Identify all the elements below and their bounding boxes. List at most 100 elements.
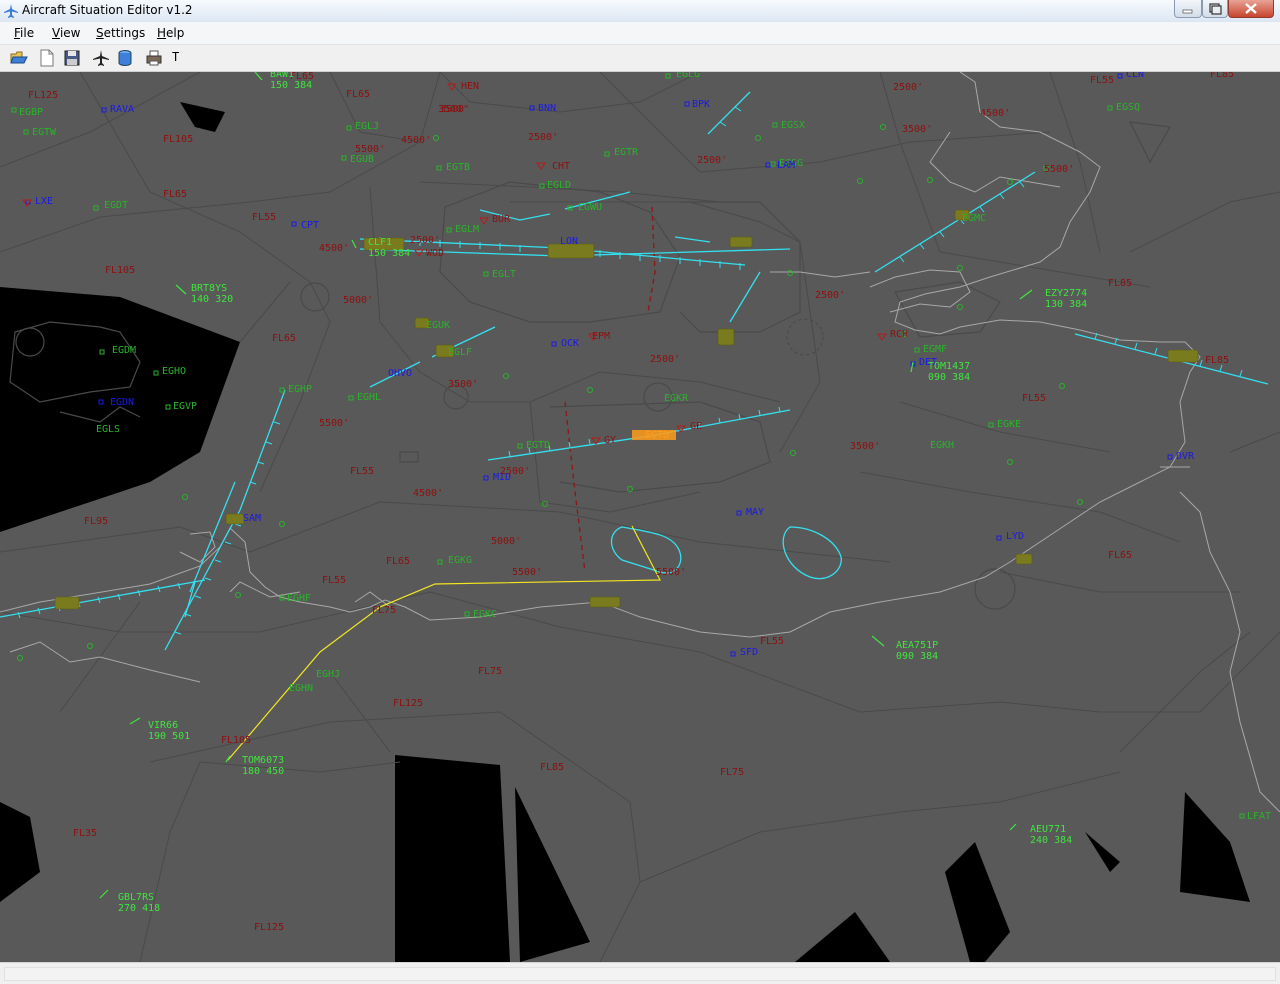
aircraft-app-icon	[4, 4, 18, 18]
level-label: 2500'	[650, 354, 680, 365]
vor-label: LXE	[35, 196, 53, 207]
airport-label: EGLM	[455, 224, 479, 235]
aircraft-data: 180 450	[242, 766, 284, 777]
airport-label: EGHJ	[316, 669, 340, 680]
level-label: 2500'	[893, 82, 923, 93]
aircraft-data: 150 384	[270, 80, 312, 91]
vor-label: BNN	[538, 103, 556, 114]
print-button[interactable]	[145, 49, 163, 67]
menu-view[interactable]: View	[52, 26, 80, 40]
airport-label: EGHF	[287, 593, 311, 604]
vor-label: LAM	[777, 160, 795, 171]
airport-label: EGKE	[997, 419, 1021, 430]
aircraft-callsign[interactable]: VIR66	[148, 720, 178, 731]
void-area-se-3	[1180, 792, 1250, 902]
level-label: 5000'	[343, 295, 373, 306]
level-label: FL95	[84, 516, 108, 527]
menu-settings-label: ettings	[103, 26, 146, 40]
radar-map-canvas[interactable]: EGBP EGTW EGDT EGLJ EGUB EGTB EGLD EGWU …	[0, 72, 1280, 962]
status-panel	[4, 967, 1276, 981]
text-tool-button[interactable]: T	[172, 50, 179, 64]
airport-label: EGKR	[664, 393, 689, 404]
vor-label: EGDN	[110, 397, 134, 408]
menu-file-label: ile	[20, 26, 35, 40]
airport-label: EGLS	[96, 424, 120, 435]
new-icon	[40, 49, 54, 67]
airport-label: EGUB	[350, 154, 374, 165]
save-button[interactable]	[63, 49, 81, 67]
level-label: FL55	[350, 466, 374, 477]
menu-settings-mnemonic: S	[96, 26, 104, 40]
flight-route	[227, 525, 661, 761]
level-label: FL65	[346, 89, 370, 100]
level-label: 5500'	[656, 567, 686, 578]
aircraft-callsign[interactable]: TOM1437	[928, 361, 970, 372]
menu-help-mnemonic: H	[157, 26, 167, 40]
level-label: FL75	[478, 666, 502, 677]
menu-settings[interactable]: Settings	[96, 26, 145, 40]
airport-label: EGMF	[923, 344, 947, 355]
close-button[interactable]	[1228, 0, 1274, 18]
void-area-se-2	[1085, 832, 1120, 872]
reporting-point-labels: HEN CHT BUR WOD EPM GY GE RCH	[426, 81, 908, 446]
aircraft-callsign[interactable]: AEU771	[1030, 824, 1066, 835]
airport-label: EGTW	[32, 127, 57, 138]
aircraft-button[interactable]	[92, 49, 110, 67]
open-icon	[10, 51, 28, 64]
airport-label: EGTR	[614, 147, 639, 158]
aircraft-data: 190 501	[148, 731, 190, 742]
aircraft-callsign[interactable]: BRT8YS	[191, 283, 227, 294]
menu-file[interactable]: File	[14, 26, 34, 40]
vor-label: OCK	[561, 338, 579, 349]
new-button[interactable]	[38, 49, 56, 67]
selected-airport-label[interactable]: EGTD	[645, 430, 669, 441]
maximize-icon	[1209, 3, 1222, 15]
aircraft-data: 090 384	[928, 372, 970, 383]
level-label: 3500'	[440, 104, 470, 115]
level-label: 2500'	[815, 290, 845, 301]
level-label: 5500'	[355, 144, 385, 155]
aircraft-callsign[interactable]: TOM6073	[242, 755, 284, 766]
aircraft-callsign[interactable]: CLF1	[368, 237, 392, 248]
radar-map[interactable]: EGBP EGTW EGDT EGLJ EGUB EGTB EGLD EGWU …	[0, 72, 1280, 962]
aircraft-callsign[interactable]: EZY2774	[1045, 288, 1087, 299]
level-label: 4500'	[401, 135, 431, 146]
void-area-channel	[395, 755, 510, 962]
aircraft-icon	[93, 50, 109, 66]
aircraft-callsign[interactable]: BAW1	[270, 72, 294, 80]
minimize-button[interactable]	[1174, 0, 1202, 18]
level-label: 4500'	[980, 108, 1010, 119]
airport-label: EGHL	[357, 392, 381, 403]
level-label: 4500'	[319, 243, 349, 254]
aircraft-data: 150 384	[368, 248, 410, 259]
airport-label: EGLF	[448, 347, 472, 358]
level-label: 2500'	[697, 155, 727, 166]
level-label: 3500'	[902, 124, 932, 135]
aircraft-callsign[interactable]: AEA751P	[896, 640, 938, 651]
level-label: 3500'	[448, 379, 478, 390]
status-bar	[0, 962, 1280, 984]
database-icon	[118, 50, 132, 66]
level-label: FL125	[393, 698, 423, 709]
aircraft-data: 240 384	[1030, 835, 1072, 846]
title-bar[interactable]: Aircraft Situation Editor v1.2	[0, 0, 1280, 23]
airport-label: EGLD	[547, 180, 571, 191]
toolbar: T	[0, 45, 1280, 72]
reporting-point-label: GY	[604, 435, 616, 446]
danger-area-lines	[564, 206, 656, 573]
vor-label: CPT	[301, 220, 319, 231]
open-button[interactable]	[10, 49, 28, 67]
level-label: FL75	[372, 605, 396, 616]
aircraft-callsign[interactable]: GBL7RS	[118, 892, 154, 903]
level-label: 5500'	[1044, 164, 1074, 175]
void-area-south	[795, 912, 890, 962]
airport-label: EGBP	[19, 107, 43, 118]
menu-help[interactable]: Help	[157, 26, 184, 40]
airport-label: EGHP	[288, 384, 312, 395]
reporting-point-label: EPM	[592, 331, 610, 342]
database-button[interactable]	[116, 49, 134, 67]
level-label: FL105	[221, 735, 251, 746]
level-label: FL65	[272, 333, 296, 344]
maximize-button[interactable]	[1202, 0, 1228, 18]
aircraft-data: 270 418	[118, 903, 160, 914]
